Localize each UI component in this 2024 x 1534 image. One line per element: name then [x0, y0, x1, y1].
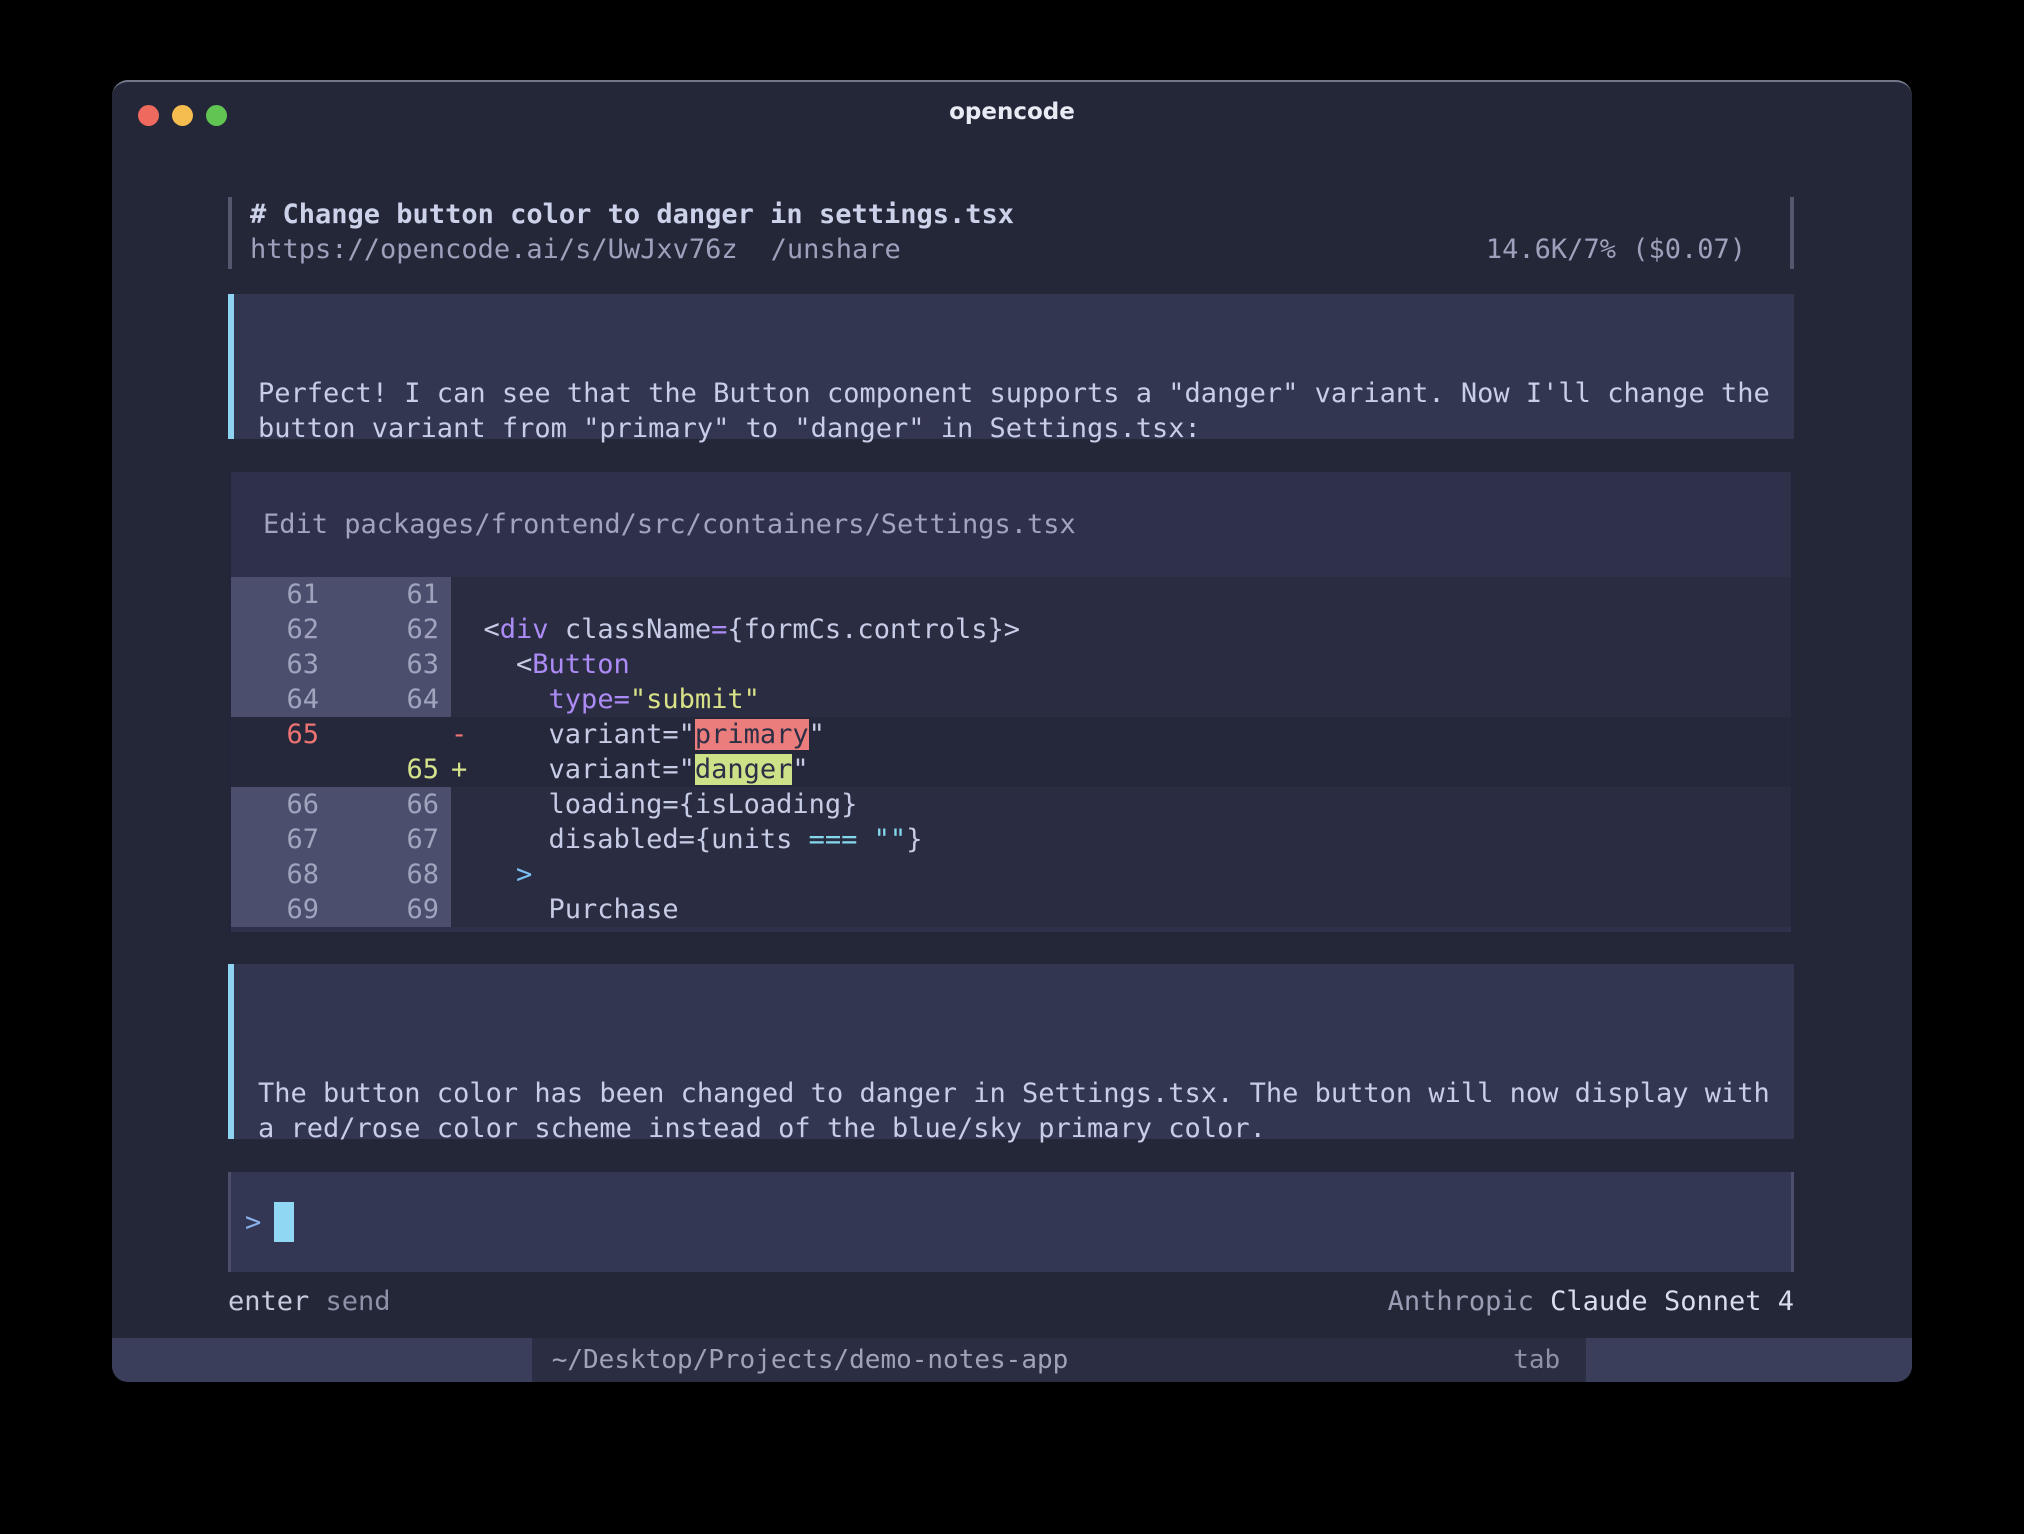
window-title: opencode: [112, 82, 1912, 142]
diff-code-line: - variant="primary": [451, 717, 1791, 752]
diff-code-line: [451, 577, 1791, 612]
session-subheader: https://opencode.ai/s/UwJxv76z /unshare …: [250, 232, 1790, 267]
diff-row: 6868 >: [231, 857, 1791, 892]
provider-label: Anthropic: [1388, 1286, 1551, 1317]
enter-hint: enter send: [228, 1284, 391, 1320]
diff-view: 61616262 <div className={formCs.controls…: [231, 577, 1791, 927]
diff-row: 6969 Purchase: [231, 892, 1791, 927]
new-line-number: 61: [331, 577, 451, 612]
window-titlebar[interactable]: opencode: [112, 82, 1912, 142]
old-line-number: 66: [231, 787, 331, 822]
diff-row: 65 - variant="primary": [231, 717, 1791, 752]
session-title: # Change button color to danger in setti…: [250, 197, 1790, 232]
diff-code-line: + variant="danger": [451, 752, 1791, 787]
old-line-number: 67: [231, 822, 331, 857]
mode-indicator[interactable]: BUILD MODE: [1586, 1338, 1912, 1382]
edit-tool-title: Edit packages/frontend/src/containers/Se…: [231, 472, 1791, 577]
diff-row: 6464 type="submit": [231, 682, 1791, 717]
text-cursor: [274, 1202, 294, 1242]
old-line-number: 65: [231, 717, 331, 752]
opencode-window: opencode # Change button color to danger…: [112, 80, 1912, 1382]
new-line-number: 68: [331, 857, 451, 892]
diff-row: 6767 disabled={units === ""}: [231, 822, 1791, 857]
diff-code-line: <div className={formCs.controls}>: [451, 612, 1791, 647]
token-cost-stats: 14.6K/7% ($0.07): [1486, 232, 1790, 267]
statusbar-spacer: [1068, 1338, 1513, 1382]
tab-key-hint[interactable]: tab: [1513, 1338, 1560, 1382]
new-line-number: 62: [331, 612, 451, 647]
hint-row: enter send Anthropic Claude Sonnet 4: [228, 1284, 1794, 1320]
old-line-number: 63: [231, 647, 331, 682]
diff-row: 6666 loading={isLoading}: [231, 787, 1791, 822]
assistant-message: The button color has been changed to dan…: [228, 964, 1794, 1139]
diff-row: 6363 <Button: [231, 647, 1791, 682]
old-line-number: 68: [231, 857, 331, 892]
app-version-segment: opencode v0.3.11: [112, 1338, 532, 1382]
prompt-chevron-icon: >: [245, 1207, 261, 1238]
message-line: Perfect! I can see that the Button compo…: [258, 376, 1774, 411]
new-line-number: 63: [331, 647, 451, 682]
diff-code-line: Purchase: [451, 892, 1791, 927]
new-line-number: 64: [331, 682, 451, 717]
old-line-number: [231, 752, 331, 787]
old-line-number: 61: [231, 577, 331, 612]
model-indicator: Anthropic Claude Sonnet 4: [1388, 1284, 1794, 1320]
diff-code-line: loading={isLoading}: [451, 787, 1791, 822]
working-directory: ~/Desktop/Projects/demo-notes-app: [552, 1338, 1069, 1382]
assistant-message: Perfect! I can see that the Button compo…: [228, 294, 1794, 439]
diff-code-line: disabled={units === ""}: [451, 822, 1791, 857]
old-line-number: 69: [231, 892, 331, 927]
diff-row: 65+ variant="danger": [231, 752, 1791, 787]
desktop-background: opencode # Change button color to danger…: [0, 0, 2024, 1534]
diff-row: 6262 <div className={formCs.controls}>: [231, 612, 1791, 647]
share-url-link[interactable]: https://opencode.ai/s/UwJxv76z: [250, 232, 738, 267]
message-line: button variant from "primary" to "danger…: [258, 411, 1774, 446]
enter-key-label: enter: [228, 1286, 309, 1317]
send-action-label: send: [309, 1286, 390, 1317]
new-line-number: 67: [331, 822, 451, 857]
old-line-number: 62: [231, 612, 331, 647]
diff-code-line: type="submit": [451, 682, 1791, 717]
new-line-number: 66: [331, 787, 451, 822]
status-bar: opencode v0.3.11 ~/Desktop/Projects/demo…: [112, 1338, 1912, 1382]
edit-tool-card: Edit packages/frontend/src/containers/Se…: [228, 472, 1794, 932]
message-line: The button color has been changed to dan…: [258, 1076, 1774, 1111]
message-text: The button color has been changed to dan…: [258, 1076, 1774, 1146]
prompt-input[interactable]: >: [228, 1172, 1794, 1272]
new-line-number: [331, 717, 451, 752]
unshare-command[interactable]: /unshare: [771, 232, 901, 267]
session-header: # Change button color to danger in setti…: [228, 197, 1794, 269]
new-line-number: 65: [331, 752, 451, 787]
message-line: a red/rose color scheme instead of the b…: [258, 1111, 1774, 1146]
diff-row: 6161: [231, 577, 1791, 612]
message-text: Perfect! I can see that the Button compo…: [258, 376, 1774, 446]
new-line-number: 69: [331, 892, 451, 927]
old-line-number: 64: [231, 682, 331, 717]
diff-code-line: <Button: [451, 647, 1791, 682]
model-label: Claude Sonnet 4: [1550, 1286, 1794, 1317]
diff-code-line: >: [451, 857, 1791, 892]
